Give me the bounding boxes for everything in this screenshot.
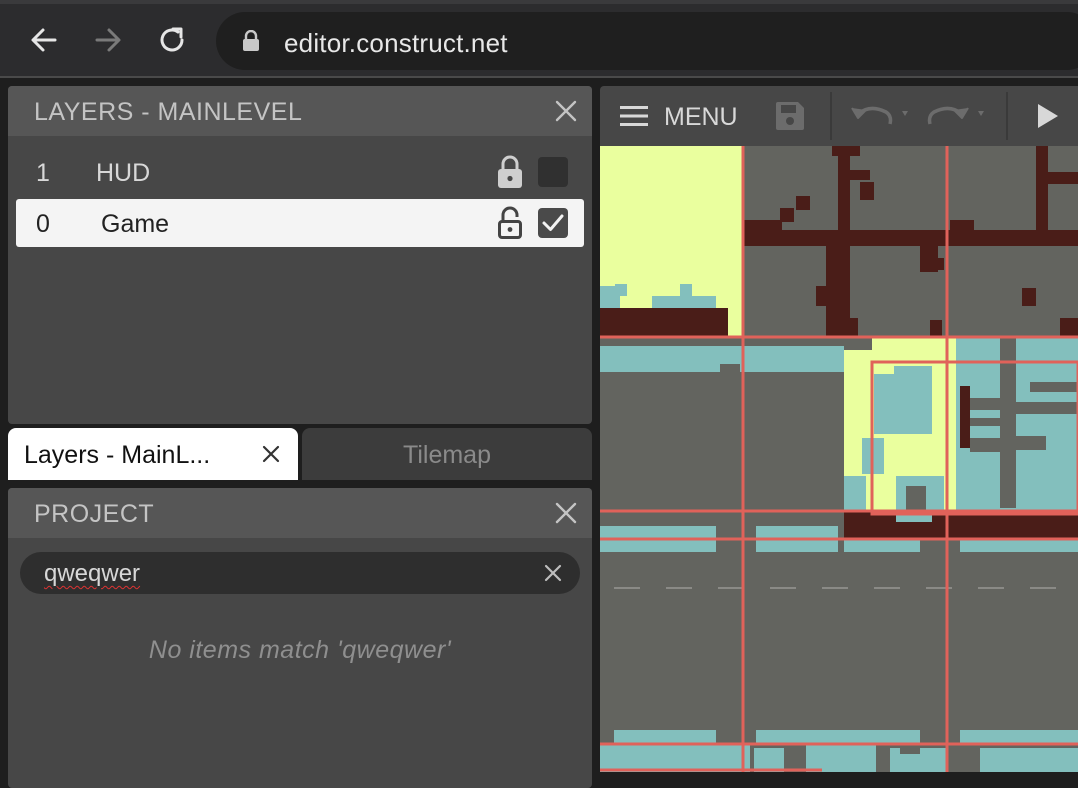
undo-icon[interactable] — [850, 102, 918, 130]
redo-icon[interactable] — [926, 102, 994, 130]
layers-panel-header: LAYERS - MAINLEVEL — [8, 86, 592, 136]
close-icon[interactable] — [554, 501, 578, 525]
arrow-left-icon — [31, 28, 57, 52]
layer-index: 0 — [36, 210, 50, 238]
project-panel-title: PROJECT — [34, 500, 155, 528]
layers-panel: LAYERS - MAINLEVEL 1 HUD 0 Game — [8, 86, 592, 424]
menu-button[interactable]: MENU — [664, 103, 738, 132]
lock-icon — [243, 30, 259, 51]
tab-tilemap[interactable]: Tilemap — [302, 428, 592, 480]
address-bar[interactable]: editor.construct.net — [216, 12, 1078, 70]
tab-layers[interactable]: Layers - MainL... — [8, 428, 298, 480]
toolbar-divider — [1006, 92, 1008, 140]
layer-name: Game — [101, 210, 170, 238]
layout-canvas[interactable] — [600, 146, 1078, 772]
reload-icon — [160, 27, 184, 52]
layer-name: HUD — [96, 159, 151, 187]
search-value: qweqwer — [44, 560, 141, 587]
hamburger-menu-icon[interactable] — [620, 104, 648, 128]
reload-button[interactable] — [154, 22, 190, 58]
checkmark-icon — [542, 214, 564, 231]
layers-panel-title: LAYERS - MAINLEVEL — [34, 98, 303, 126]
play-icon[interactable] — [1036, 102, 1060, 130]
back-button[interactable] — [26, 22, 62, 58]
arrow-right-icon — [95, 28, 121, 52]
project-search-input[interactable]: qweqwer — [20, 552, 580, 594]
toolbar-divider — [830, 92, 832, 140]
project-panel: PROJECT qweqwer No items match 'qweqwer' — [8, 488, 592, 788]
layer-row-hud[interactable]: 1 HUD — [16, 148, 584, 196]
tab-label: Tilemap — [403, 441, 491, 469]
close-icon[interactable] — [554, 99, 578, 123]
save-icon[interactable] — [774, 100, 806, 132]
lock-closed-icon[interactable] — [496, 154, 524, 190]
tilemap-view — [600, 146, 1078, 772]
close-icon[interactable] — [260, 443, 282, 465]
editor-toolbar: MENU — [600, 86, 1078, 146]
visibility-checkbox[interactable] — [538, 208, 568, 238]
forward-button[interactable] — [90, 22, 126, 58]
tab-label: Layers - MainL... — [24, 441, 211, 469]
layer-row-game[interactable]: 0 Game — [16, 199, 584, 247]
clear-icon[interactable] — [542, 562, 564, 584]
lock-open-icon[interactable] — [496, 205, 524, 241]
panel-tab-bar: Layers - MainL... Tilemap — [8, 428, 592, 480]
layer-index: 1 — [36, 159, 50, 187]
visibility-checkbox[interactable] — [538, 157, 568, 187]
project-panel-header: PROJECT — [8, 488, 592, 538]
browser-toolbar: editor.construct.net — [0, 0, 1078, 78]
empty-results-message: No items match 'qweqwer' — [148, 636, 452, 664]
url-text: editor.construct.net — [284, 28, 508, 58]
